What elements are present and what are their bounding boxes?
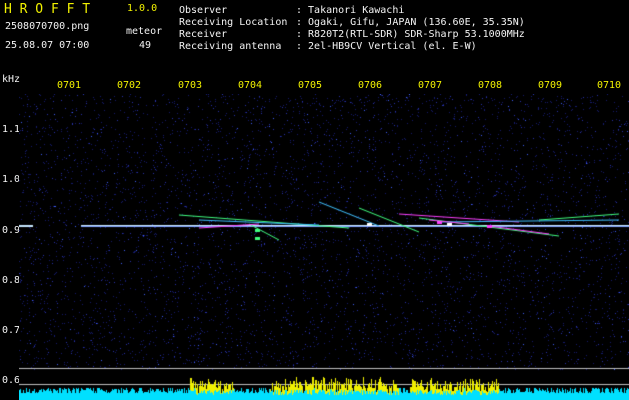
x-tick-label: 0705 — [297, 80, 323, 91]
antenna-label: Receiving antenna — [179, 41, 282, 52]
y-tick-label: 1.0 — [2, 174, 21, 185]
y-tick-label: 0.7 — [2, 325, 21, 336]
file-name: 2508070700.png — [5, 21, 90, 32]
y-tick-label: 1.1 — [2, 124, 21, 135]
x-tick-label: 0709 — [537, 80, 563, 91]
observer-value: : Takanori Kawachi — [296, 5, 405, 16]
x-tick-label: 0710 — [596, 80, 622, 91]
spectrogram-canvas — [19, 94, 629, 400]
y-axis-unit: kHz — [2, 74, 21, 85]
y-tick-label: 0.8 — [2, 275, 21, 286]
hrofft-window: H R O F F T 1.0.0 2508070700.png meteor … — [0, 0, 629, 400]
x-tick-label: 0704 — [237, 80, 263, 91]
location-value: : Ogaki, Gifu, JAPAN (136.60E, 35.35N) — [296, 17, 525, 28]
x-tick-label: 0706 — [357, 80, 383, 91]
meteor-count-label: meteor — [126, 26, 163, 37]
receiver-value: : R820T2(RTL-SDR) SDR-Sharp 53.1000MHz — [296, 29, 525, 40]
date-time: 25.08.07 07:00 — [5, 40, 90, 51]
x-tick-label: 0702 — [116, 80, 142, 91]
x-tick-label: 0708 — [477, 80, 503, 91]
antenna-value: : 2el-HB9CV Vertical (el. E-W) — [296, 41, 477, 52]
observer-label: Observer — [179, 5, 228, 16]
meteor-count-value: 49 — [139, 40, 152, 51]
x-tick-label: 0707 — [417, 80, 443, 91]
y-tick-label: 0.9 — [2, 225, 21, 236]
x-tick-label: 0701 — [56, 80, 82, 91]
app-version: 1.0.0 — [127, 3, 158, 14]
y-tick-label: 0.6 — [2, 375, 21, 386]
location-label: Receiving Location — [179, 17, 288, 28]
x-tick-label: 0703 — [177, 80, 203, 91]
app-brand: H R O F F T — [4, 2, 91, 17]
receiver-label: Receiver — [179, 29, 228, 40]
